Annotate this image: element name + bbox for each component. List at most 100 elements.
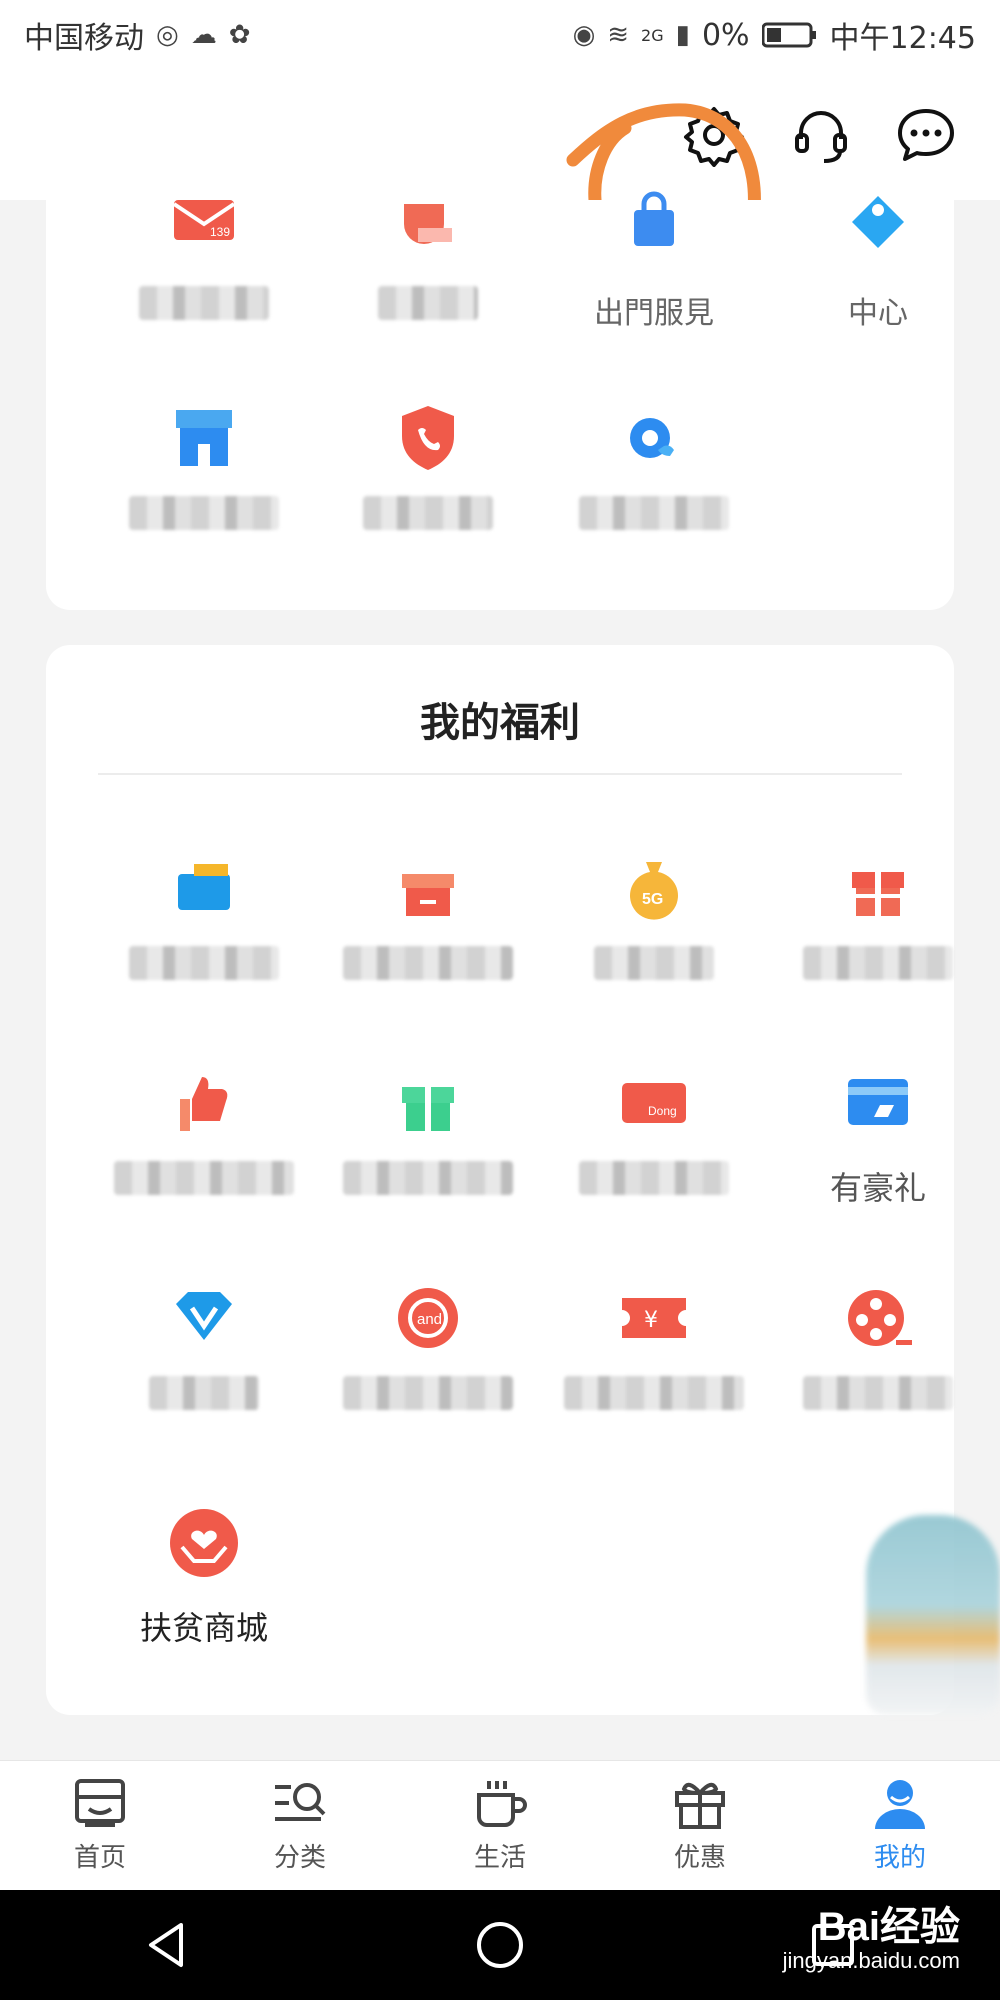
service-item[interactable]: 中心 bbox=[778, 190, 978, 332]
welfare-item-poverty-aid[interactable]: 扶贫商城 bbox=[104, 1505, 304, 1649]
watermark-brand: Bai经验 bbox=[817, 1905, 960, 1949]
tab-label: 分类 bbox=[273, 1843, 326, 1873]
customer-service-button[interactable] bbox=[784, 98, 858, 172]
film-reel-icon bbox=[840, 1280, 916, 1356]
battery-percent: 0% bbox=[701, 17, 750, 53]
welfare-item[interactable]: Dong bbox=[554, 1065, 754, 1195]
mail-139-icon: 139 bbox=[166, 190, 242, 266]
tab-life[interactable]: 生活 bbox=[400, 1761, 600, 1890]
red-gift-icon bbox=[840, 850, 916, 926]
store-icon bbox=[166, 400, 242, 476]
wallet-icon bbox=[166, 850, 242, 926]
and-logo-icon: and bbox=[390, 1280, 466, 1356]
service-item[interactable] bbox=[104, 400, 304, 530]
welfare-item[interactable] bbox=[328, 850, 528, 980]
watermark-url: jingyan.baidu.com bbox=[782, 1948, 960, 1973]
welfare-item[interactable]: and bbox=[328, 1280, 528, 1410]
welfare-label: 扶贫商城 bbox=[139, 1609, 268, 1647]
battery-icon bbox=[761, 22, 816, 48]
welfare-label-blurred bbox=[114, 1161, 294, 1195]
welfare-label-blurred bbox=[343, 1376, 513, 1410]
thumbs-up-icon bbox=[166, 1065, 242, 1141]
carrier-label: 中国移动 bbox=[24, 21, 144, 56]
clock: 中午12:45 bbox=[829, 21, 976, 56]
gift-box-icon bbox=[390, 850, 466, 926]
service-item[interactable] bbox=[554, 400, 754, 530]
category-icon bbox=[275, 1783, 326, 1821]
cell-signal-icon: ▮ bbox=[675, 20, 690, 50]
back-icon[interactable] bbox=[141, 1919, 193, 1971]
tab-label: 首页 bbox=[73, 1843, 126, 1873]
welfare-item[interactable]: 有豪礼 bbox=[778, 1065, 978, 1209]
welfare-label-blurred bbox=[129, 946, 279, 980]
home-circle-icon[interactable] bbox=[474, 1919, 526, 1971]
welfare-label-blurred bbox=[343, 946, 513, 980]
welfare-item[interactable] bbox=[778, 850, 978, 980]
yuan-ticket-icon: ¥ bbox=[616, 1280, 692, 1356]
coffee-icon bbox=[477, 1781, 527, 1827]
svg-text:¥: ¥ bbox=[644, 1308, 658, 1333]
service-label: 出門服見 bbox=[594, 296, 714, 331]
message-icon bbox=[898, 109, 954, 161]
svg-text:139: 139 bbox=[210, 225, 230, 239]
floating-avatar-widget[interactable] bbox=[866, 1515, 1000, 1715]
wechat-icon: ☁ bbox=[190, 20, 217, 50]
welfare-label-blurred bbox=[803, 1376, 953, 1410]
service-item[interactable]: 出門服見 bbox=[554, 190, 754, 332]
tab-offers[interactable]: 优惠 bbox=[600, 1761, 800, 1890]
svg-text:Dong: Dong bbox=[648, 1104, 677, 1118]
service-item[interactable] bbox=[328, 190, 528, 320]
diamond-icon bbox=[166, 1280, 242, 1356]
welfare-item[interactable]: ¥ bbox=[554, 1280, 754, 1410]
welfare-item[interactable] bbox=[104, 1065, 304, 1195]
puzzle-icon bbox=[840, 190, 916, 266]
service-item[interactable] bbox=[328, 400, 528, 530]
bottom-tab-bar: 首页 分类 生活 优惠 我的 bbox=[0, 1760, 1000, 1890]
bag-icon bbox=[616, 190, 692, 266]
message-button[interactable] bbox=[889, 98, 963, 172]
home-icon bbox=[75, 1779, 125, 1827]
network-type: 2G bbox=[641, 25, 664, 45]
service-item[interactable]: 139 bbox=[104, 190, 304, 320]
welfare-label-blurred bbox=[564, 1376, 744, 1410]
gear-phone-icon bbox=[616, 400, 692, 476]
signal-icon: ◎ bbox=[156, 20, 179, 50]
tab-mine[interactable]: 我的 bbox=[800, 1761, 1000, 1890]
cup-icon bbox=[390, 190, 466, 266]
welfare-item[interactable]: 5G bbox=[554, 850, 754, 980]
service-label-blurred bbox=[378, 286, 478, 320]
welfare-item[interactable] bbox=[328, 1065, 528, 1195]
tab-category[interactable]: 分类 bbox=[200, 1761, 400, 1890]
customer-service-icon bbox=[795, 111, 847, 163]
shield-phone-icon bbox=[390, 400, 466, 476]
service-label-blurred bbox=[363, 496, 493, 530]
tab-home[interactable]: 首页 bbox=[0, 1761, 200, 1890]
poverty-aid-icon bbox=[166, 1505, 242, 1581]
baidu-icon: ✿ bbox=[228, 20, 251, 50]
svg-text:and: and bbox=[417, 1311, 442, 1328]
service-label: 中心 bbox=[848, 296, 908, 331]
tab-label: 优惠 bbox=[673, 1843, 726, 1873]
service-label-blurred bbox=[579, 496, 729, 530]
welfare-label-blurred bbox=[149, 1376, 259, 1410]
services-card: 139 出門服見 中心 bbox=[46, 191, 954, 610]
tab-label: 生活 bbox=[473, 1843, 526, 1873]
welfare-card: 我的福利 5G Dong 有豪礼 and ¥ 扶贫商城 bbox=[46, 645, 954, 1715]
welfare-item[interactable] bbox=[104, 1280, 304, 1410]
bank-card-icon bbox=[840, 1065, 916, 1141]
settings-icon bbox=[684, 107, 744, 167]
welfare-title: 我的福利 bbox=[420, 700, 580, 746]
welfare-label-blurred bbox=[803, 946, 953, 980]
settings-button[interactable] bbox=[677, 98, 751, 172]
profile-icon bbox=[875, 1780, 925, 1829]
welfare-item[interactable] bbox=[104, 850, 304, 980]
welfare-label-blurred bbox=[343, 1161, 513, 1195]
tab-label: 我的 bbox=[873, 1843, 926, 1873]
dong-card-icon: Dong bbox=[616, 1065, 692, 1141]
eye-icon: ◉ bbox=[572, 20, 596, 50]
welfare-label-blurred bbox=[579, 1161, 729, 1195]
welfare-item[interactable] bbox=[778, 1280, 978, 1410]
5g-money-bag-icon: 5G bbox=[616, 850, 692, 926]
wifi-icon: ≋ bbox=[607, 20, 630, 50]
service-label-blurred bbox=[129, 496, 279, 530]
